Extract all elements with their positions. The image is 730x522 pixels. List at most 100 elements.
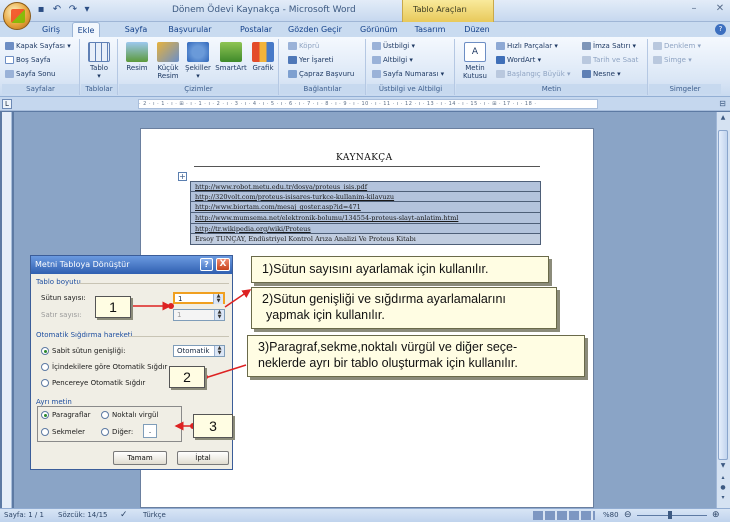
callout-1-text: 1)Sütun sayısını ayarlamak için kullanıl…	[262, 262, 489, 276]
zoom-out-icon[interactable]: ⊖	[624, 510, 632, 520]
undo-icon[interactable]: ↶	[50, 3, 64, 17]
grafik-button[interactable]: Grafik	[249, 42, 277, 72]
tab-sayfa-duzeni[interactable]: Sayfa Düzeni	[110, 22, 162, 49]
scrollbar-thumb[interactable]	[718, 130, 728, 460]
spinner-arrows-icon[interactable]: ▲ ▼	[214, 346, 224, 356]
table-row[interactable]: http://320volt.com/proteus-isisares-turk…	[190, 191, 541, 203]
resim-button[interactable]: Resim	[123, 42, 151, 72]
reference-table[interactable]: http://www.robot.metu.edu.tr/dosya/prote…	[190, 181, 541, 246]
blank-page-icon	[5, 56, 14, 64]
simge-button[interactable]: Simge ▾	[653, 56, 692, 64]
document-heading: KAYNAKÇA	[336, 153, 393, 163]
save-icon[interactable]: ▪	[34, 3, 48, 17]
dialog-close-button[interactable]: X	[216, 258, 230, 271]
zoom-level[interactable]: %80	[603, 511, 619, 519]
horizontal-ruler[interactable]: · 2 · ı · 1 · ı · ⊞ · ı · 1 · ı · 2 · ı …	[138, 99, 598, 109]
view-buttons-icon[interactable]	[533, 511, 595, 520]
close-window-icon[interactable]: ✕	[713, 3, 727, 15]
zoom-slider-thumb[interactable]	[668, 511, 672, 519]
previous-page-icon[interactable]: ▴	[718, 474, 728, 484]
table-row[interactable]: Ersoy TUNÇAY, Endüstriyel Kontrol Arıza …	[190, 234, 541, 246]
denklem-button[interactable]: Denklem ▾	[653, 42, 701, 50]
select-browse-object-icon[interactable]: ●	[718, 484, 728, 494]
equation-icon	[653, 42, 662, 50]
sayfa-sonu-label: Sayfa Sonu	[16, 70, 56, 78]
table-row[interactable]: http://www.robot.metu.edu.tr/dosya/prote…	[190, 181, 541, 192]
tab-gorunum[interactable]: Görünüm	[360, 22, 397, 37]
ustbilgi-button[interactable]: Üstbilgi ▾	[372, 42, 415, 50]
kapak-sayfasi-button[interactable]: Kapak Sayfası ▾	[5, 42, 71, 50]
zoom-slider[interactable]	[637, 515, 707, 516]
minimize-icon[interactable]: –	[687, 3, 701, 15]
tab-tasarim[interactable]: Tasarım	[413, 22, 447, 37]
scroll-down-icon[interactable]: ▼	[718, 462, 728, 472]
metin-kutusu-button[interactable]: A Metin Kutusu	[459, 42, 491, 80]
nesne-label: Nesne	[593, 70, 615, 78]
tablo-button[interactable]: Tablo ▾	[85, 42, 113, 80]
table-move-handle-icon[interactable]: +	[178, 172, 187, 181]
bos-sayfa-button[interactable]: Boş Sayfa	[5, 56, 51, 64]
spinner-arrows-icon[interactable]: ▲ ▼	[213, 294, 223, 304]
tool-context-label: Tablo Araçları	[413, 5, 467, 14]
tab-gozden-gecir[interactable]: Gözden Geçir	[287, 22, 343, 37]
scroll-up-icon[interactable]: ▲	[718, 114, 728, 124]
tab-postalar[interactable]: Postalar	[238, 22, 274, 37]
tab-duzen[interactable]: Düzen	[462, 22, 492, 37]
clipart-icon	[157, 42, 179, 62]
redo-icon[interactable]: ↷	[66, 3, 80, 17]
sayfa-numarasi-button[interactable]: Sayfa Numarası ▾	[372, 70, 444, 78]
fit-window-radio[interactable]: Pencereye Otomatik Sığdır	[41, 379, 145, 387]
ok-button[interactable]: Tamam	[113, 451, 167, 465]
imza-satiri-button[interactable]: İmza Satırı ▾	[582, 42, 636, 50]
zoom-in-icon[interactable]: ⊕	[712, 510, 720, 520]
columns-spinner[interactable]: 1 ▲ ▼	[173, 292, 225, 304]
page-count[interactable]: Sayfa: 1 / 1	[4, 511, 44, 519]
textbox-icon: A	[464, 42, 486, 62]
tab-ekle[interactable]: Ekle	[72, 22, 100, 37]
smartart-button[interactable]: SmartArt	[214, 42, 248, 72]
group-metin: A Metin Kutusu Hızlı Parçalar ▾ WordArt ▾…	[456, 39, 648, 95]
fixed-width-spinner[interactable]: Otomatik ▲ ▼	[173, 345, 225, 357]
help-icon[interactable]: ?	[715, 24, 726, 35]
quick-access-dropdown-icon[interactable]: ▾	[82, 3, 92, 17]
tabs-radio[interactable]: Sekmeler	[41, 428, 85, 436]
table-row[interactable]: http://www.mumsema.net/elektronik-bolumu…	[190, 213, 541, 224]
table-row[interactable]: http://tr.wikipedia.org/wiki/Proteus	[190, 223, 541, 235]
altbilgi-button[interactable]: Altbilgi ▾	[372, 56, 413, 64]
proofing-icon[interactable]: ✓	[120, 510, 128, 520]
view-ruler-icon[interactable]: ⊟	[717, 99, 728, 109]
fit-contents-radio[interactable]: İçindekilere göre Otomatik Sığdır	[41, 363, 167, 371]
kucuk-resim-button[interactable]: Küçük Resim	[155, 42, 181, 80]
tab-selector-icon[interactable]: L	[2, 99, 12, 109]
other-separator-input[interactable]: .	[143, 424, 157, 438]
other-radio[interactable]: Diğer:	[101, 428, 133, 436]
section-autofit: Otomatik Sığdırma hareketi	[36, 331, 133, 339]
word-count[interactable]: Sözcük: 14/15	[58, 511, 108, 519]
picture-icon	[126, 42, 148, 62]
ustbilgi-label: Üstbilgi	[383, 42, 410, 50]
semicolons-radio[interactable]: Noktalı virgül	[101, 411, 158, 419]
vertical-ruler[interactable]	[2, 112, 12, 508]
tab-basvurular[interactable]: Başvurular	[167, 22, 213, 37]
next-page-icon[interactable]: ▾	[718, 494, 728, 504]
cancel-button[interactable]: İptal	[177, 451, 229, 465]
tarih-saat-button[interactable]: Tarih ve Saat	[582, 56, 638, 64]
tab-giris[interactable]: Giriş	[38, 22, 64, 37]
yer-isareti-button[interactable]: Yer İşareti	[288, 56, 333, 64]
dialog-help-button[interactable]: ?	[200, 258, 213, 271]
ribbon-tabs: Giriş Ekle Sayfa Düzeni Başvurular Posta…	[0, 22, 730, 49]
table-row[interactable]: http://www.biortam.com/mesaj_goster.asp?…	[190, 202, 541, 214]
fixed-width-radio[interactable]: Sabit sütun genişliği:	[41, 347, 125, 355]
sekiller-button[interactable]: Şekiller ▾	[183, 42, 213, 80]
baslangic-buyuk-button[interactable]: Başlangıç Büyük ▾	[496, 70, 571, 78]
sayfa-sonu-button[interactable]: Sayfa Sonu	[5, 70, 55, 78]
nesne-button[interactable]: Nesne ▾	[582, 70, 621, 78]
hizli-parcalar-button[interactable]: Hızlı Parçalar ▾	[496, 42, 558, 50]
language-indicator[interactable]: Türkçe	[143, 511, 166, 519]
paragraphs-radio[interactable]: Paragraflar	[41, 411, 91, 419]
callout-3: 3)Paragraf,sekme,noktalı vürgül ve diğer…	[247, 335, 585, 377]
wordart-button[interactable]: WordArt ▾	[496, 56, 541, 64]
capraz-basvuru-button[interactable]: Çapraz Başvuru	[288, 70, 354, 78]
kopru-button[interactable]: Köprü	[288, 42, 319, 50]
office-button[interactable]	[3, 2, 31, 30]
